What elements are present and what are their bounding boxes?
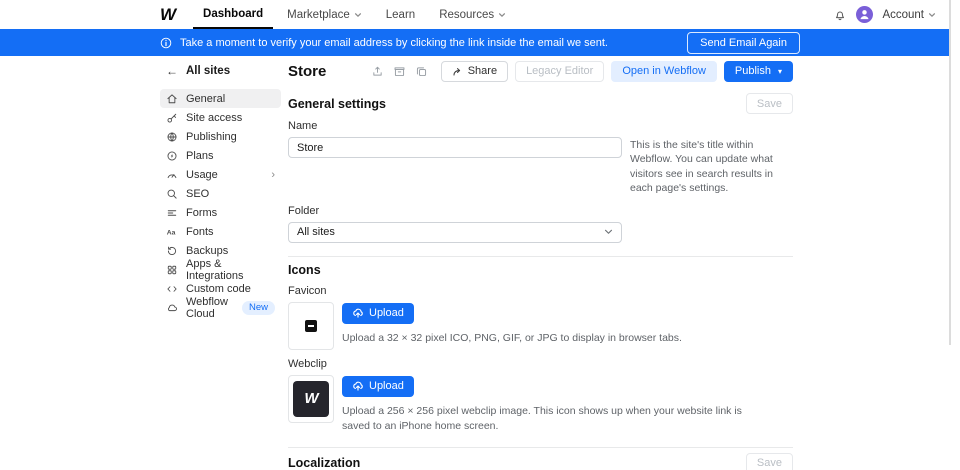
webclip-help-text: Upload a 256 × 256 pixel webclip image. … — [342, 404, 772, 433]
favicon-label: Favicon — [288, 285, 793, 297]
grid-icon — [166, 264, 178, 276]
upload-cloud-icon — [352, 307, 364, 319]
icons-section-header: Icons — [288, 263, 793, 277]
top-navbar: W Dashboard Marketplace Learn Resources — [0, 0, 950, 29]
user-avatar[interactable] — [856, 6, 873, 23]
upload-cloud-icon — [352, 380, 364, 392]
general-save-button[interactable]: Save — [746, 93, 793, 114]
chevron-down-icon — [498, 11, 506, 19]
svg-text:Aa: Aa — [167, 229, 176, 236]
localization-title: Localization — [288, 456, 360, 470]
cloud-icon — [166, 302, 178, 314]
person-icon — [856, 6, 873, 23]
webflow-logo[interactable]: W — [160, 0, 175, 29]
webclip-preview: W — [288, 375, 334, 423]
chevron-down-icon — [928, 11, 936, 19]
icons-title: Icons — [288, 263, 321, 277]
verify-email-banner: Take a moment to verify your email addre… — [0, 29, 950, 56]
info-icon — [160, 37, 172, 49]
localization-save-button[interactable]: Save — [746, 453, 793, 470]
transfer-site-icon[interactable] — [371, 65, 384, 78]
chevron-down-icon — [604, 229, 613, 235]
favicon-help-text: Upload a 32 × 32 pixel ICO, PNG, GIF, or… — [342, 331, 762, 346]
sidebar-item-publishing[interactable]: Publishing — [160, 127, 281, 146]
favicon-preview — [288, 302, 334, 350]
chevron-down-icon — [354, 11, 362, 19]
nav-tab-dashboard[interactable]: Dashboard — [193, 0, 273, 29]
list-icon — [166, 207, 178, 219]
new-badge: New — [242, 301, 275, 315]
general-settings-section-header: General settings Save — [288, 93, 793, 114]
nav-links: Dashboard Marketplace Learn Resources — [193, 0, 516, 29]
back-to-all-sites[interactable]: ← All sites — [160, 62, 281, 80]
nav-tab-resources[interactable]: Resources — [429, 0, 516, 29]
sidebar-item-plans[interactable]: Plans — [160, 146, 281, 165]
settings-sidebar: ← All sites General Site access Publishi… — [160, 62, 281, 317]
sidebar-item-apps-integrations[interactable]: Apps & Integrations — [160, 260, 281, 279]
site-name-input[interactable] — [288, 137, 622, 158]
back-arrow-icon: ← — [166, 64, 178, 78]
site-header: Store Share Legacy Editor Open in Webflo… — [288, 58, 793, 84]
key-icon — [166, 112, 178, 124]
name-label: Name — [288, 120, 622, 132]
sidebar-item-webflow-cloud[interactable]: Webflow Cloud New — [160, 298, 281, 317]
webclip-image: W — [293, 381, 329, 417]
localization-section-header: Localization Save — [288, 453, 793, 470]
search-icon — [166, 188, 178, 200]
scrollbar[interactable] — [949, 0, 951, 345]
account-menu[interactable]: Account — [882, 9, 936, 21]
open-in-webflow-button[interactable]: Open in Webflow — [611, 61, 717, 82]
send-email-again-button[interactable]: Send Email Again — [687, 32, 800, 54]
chevron-down-icon: ▾ — [778, 67, 782, 76]
banner-message: Take a moment to verify your email addre… — [180, 37, 608, 49]
favicon-image — [305, 320, 317, 332]
site-settings-page: W Dashboard Marketplace Learn Resources — [0, 0, 960, 470]
gauge-icon — [166, 169, 178, 181]
favicon-upload-button[interactable]: Upload — [342, 303, 414, 324]
history-icon — [166, 245, 178, 257]
sidebar-item-general[interactable]: General — [160, 89, 281, 108]
share-button[interactable]: Share — [441, 61, 508, 82]
main-content: Store Share Legacy Editor Open in Webflo… — [288, 58, 793, 470]
general-settings-title: General settings — [288, 97, 386, 111]
folder-select[interactable]: All sites — [288, 222, 622, 243]
sidebar-item-site-access[interactable]: Site access — [160, 108, 281, 127]
nav-tab-marketplace[interactable]: Marketplace — [277, 0, 372, 29]
chevron-right-icon: › — [271, 169, 275, 181]
section-divider — [288, 256, 793, 257]
notifications-bell-icon[interactable] — [833, 8, 847, 22]
site-title: Store — [288, 63, 326, 80]
lightning-icon — [166, 150, 178, 162]
code-icon — [166, 283, 178, 295]
duplicate-icon[interactable] — [415, 65, 428, 78]
home-icon — [166, 93, 178, 105]
nav-tab-learn[interactable]: Learn — [376, 0, 425, 29]
legacy-editor-button[interactable]: Legacy Editor — [515, 61, 604, 82]
publish-button[interactable]: Publish ▾ — [724, 61, 793, 82]
sidebar-item-forms[interactable]: Forms — [160, 203, 281, 222]
section-divider — [288, 447, 793, 448]
webclip-upload-button[interactable]: Upload — [342, 376, 414, 397]
sidebar-item-seo[interactable]: SEO — [160, 184, 281, 203]
name-help-text: This is the site's title within Webflow.… — [630, 138, 793, 196]
font-icon: Aa — [166, 226, 178, 238]
share-arrow-icon — [452, 66, 463, 77]
sidebar-item-usage[interactable]: Usage › — [160, 165, 281, 184]
folder-label: Folder — [288, 205, 793, 217]
webclip-label: Webclip — [288, 358, 793, 370]
archive-icon[interactable] — [393, 65, 406, 78]
globe-icon — [166, 131, 178, 143]
sidebar-item-fonts[interactable]: Aa Fonts — [160, 222, 281, 241]
